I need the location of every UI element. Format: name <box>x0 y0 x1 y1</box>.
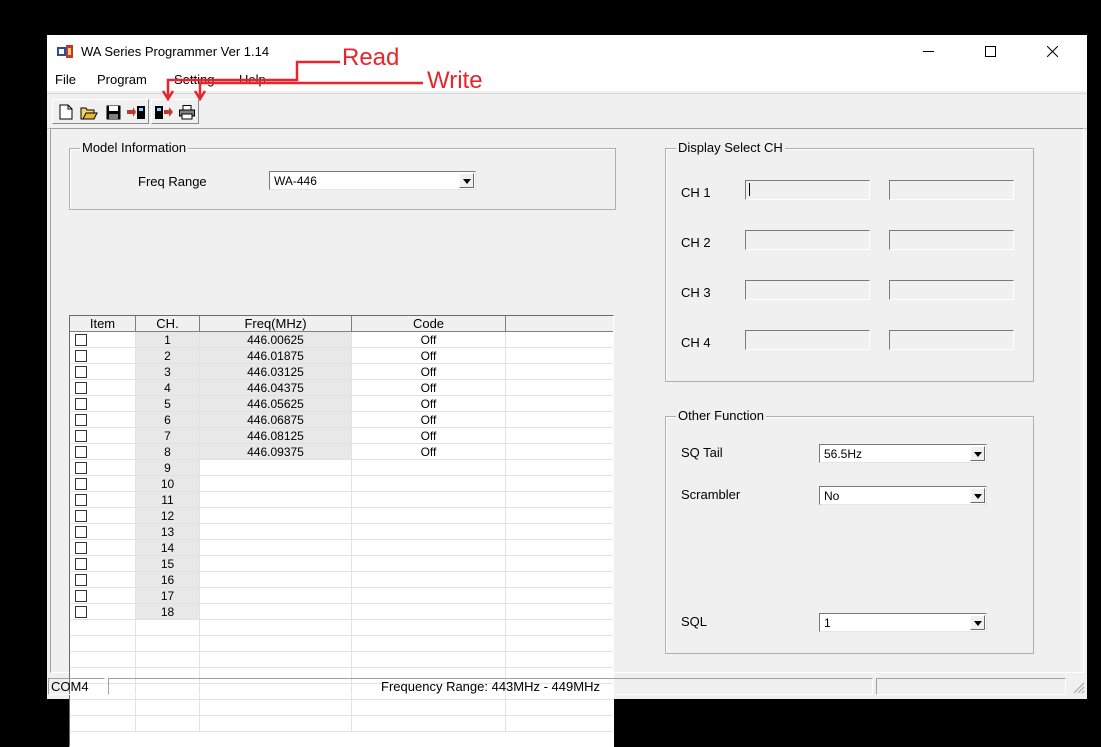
read-annotation: Read <box>342 44 400 71</box>
empty-cell <box>352 716 506 732</box>
annotation-lines <box>161 60 423 102</box>
empty-cell <box>70 716 136 732</box>
empty-cell <box>506 716 613 732</box>
empty-cell <box>136 716 200 732</box>
write-annotation: Write <box>427 67 483 94</box>
empty-cell <box>200 716 352 732</box>
table-row[interactable] <box>70 716 613 732</box>
